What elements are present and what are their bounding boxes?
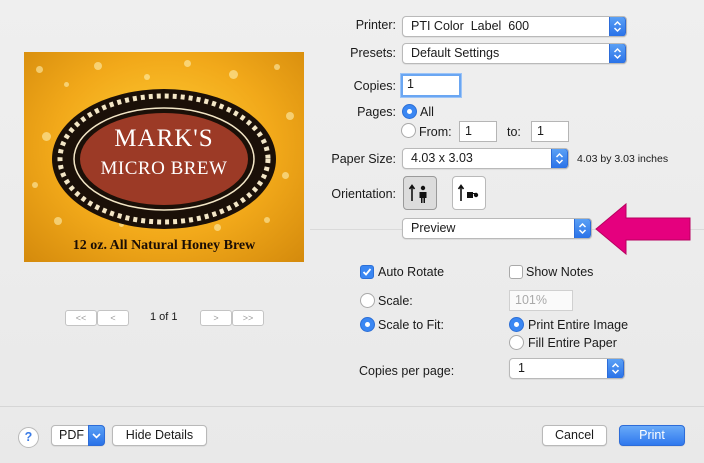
label-title-line1: MARK'S [114,125,214,152]
section-popup[interactable]: Preview [402,218,592,239]
printer-label: Printer: [355,18,396,32]
print-entire-image-label: Print Entire Image [528,318,629,332]
scale-radio[interactable] [360,293,375,308]
label-tagline: 12 oz. All Natural Honey Brew [72,238,256,253]
pages-all-radio[interactable] [402,104,417,119]
print-entire-image-radio[interactable] [509,317,524,332]
show-notes-label: Show Notes [526,265,594,279]
paper-size-label: Paper Size: [331,152,396,166]
help-button[interactable]: ? [18,427,39,448]
pdf-label: PDF [59,428,84,442]
cancel-button[interactable]: Cancel [542,425,607,446]
scale-to-fit-radio[interactable] [360,317,375,332]
help-icon: ? [24,430,33,444]
label-oval-emblem [52,89,276,229]
presets-popup[interactable]: Default Settings [402,43,627,64]
hide-details-button[interactable]: Hide Details [112,425,207,446]
pages-label: Pages: [357,105,396,119]
copies-label: Copies: [353,79,396,93]
label-title-line2: MICRO BREW [100,158,228,179]
show-notes-checkbox[interactable] [509,265,523,279]
label-preview-image: MARK'S MICRO BREW 12 oz. All Natural Hon… [24,52,304,262]
copies-per-page-value: 1 [518,361,525,375]
pages-to-label: to: [507,125,521,139]
next-page-button[interactable]: > [200,310,232,326]
scale-percent-field[interactable]: 101% [509,290,573,311]
fill-entire-paper-radio[interactable] [509,335,524,350]
chevron-updown-icon [574,219,591,238]
fill-entire-paper-label: Fill Entire Paper [528,336,617,350]
dropdown-arrow-icon [88,425,105,446]
annotation-arrow [595,202,691,256]
printer-value: PTI Color Label 600 [411,19,530,33]
page-indicator: 1 of 1 [150,311,178,323]
section-popup-value: Preview [411,221,456,235]
print-button[interactable]: Print [619,425,685,446]
footer-divider [0,406,704,407]
paper-size-popup[interactable]: 4.03 x 3.03 [402,148,569,169]
last-page-button[interactable]: >> [232,310,264,326]
presets-value: Default Settings [411,46,500,60]
copies-per-page-popup[interactable]: 1 [509,358,625,379]
copies-field[interactable]: 1 [401,74,461,97]
chevron-updown-icon [551,149,568,168]
auto-rotate-checkbox[interactable] [360,265,374,279]
chevron-updown-icon [607,359,624,378]
scale-to-fit-label: Scale to Fit: [378,318,444,332]
landscape-orientation-icon [457,184,479,201]
printer-popup[interactable]: PTI Color Label 600 [402,16,627,37]
pages-from-label: From: [419,125,452,139]
orientation-label: Orientation: [331,187,396,201]
portrait-orientation-button[interactable] [403,176,437,210]
previous-page-button[interactable]: < [97,310,129,326]
paper-size-value: 4.03 x 3.03 [411,151,473,165]
chevron-updown-icon [609,17,626,36]
pdf-menu-button[interactable]: PDF [51,425,105,446]
pages-from-radio[interactable] [401,123,416,138]
pages-to-field[interactable]: 1 [531,121,569,142]
scale-label: Scale: [378,294,413,308]
first-page-button[interactable]: << [65,310,97,326]
pages-all-label: All [420,105,434,119]
auto-rotate-label: Auto Rotate [378,265,445,279]
landscape-orientation-button[interactable] [452,176,486,210]
copies-per-page-label: Copies per page: [359,364,455,378]
portrait-orientation-icon [408,184,427,203]
pages-from-field[interactable]: 1 [459,121,497,142]
paper-size-description: 4.03 by 3.03 inches [577,153,669,165]
chevron-updown-icon [609,44,626,63]
presets-label: Presets: [350,46,396,60]
